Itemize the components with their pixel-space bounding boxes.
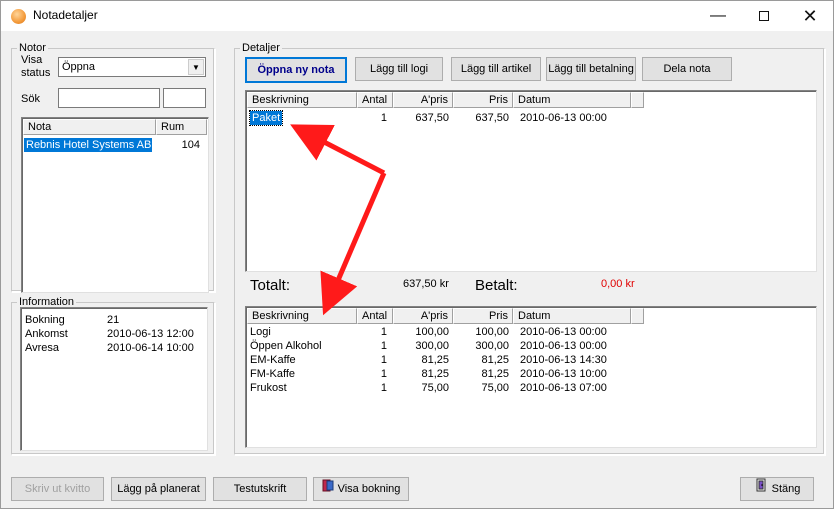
item-row-antal[interactable]: 1 [357, 353, 387, 367]
close-icon: ✕ [802, 6, 818, 26]
maximize-icon [759, 10, 769, 21]
title-bar[interactable]: Notadetaljer — ✕ [1, 1, 833, 31]
top-row-antal[interactable]: 1 [357, 111, 387, 125]
visa-bokning-label: Visa bokning [337, 483, 401, 495]
info-avresa-value: 2010-06-14 10:00 [107, 342, 194, 354]
lagg-pa-planerat-button[interactable]: Lägg på planerat [111, 477, 206, 501]
book-icon [322, 478, 334, 500]
beskrivning-header-2[interactable]: Beskrivning [247, 308, 357, 324]
app-icon [11, 9, 26, 24]
beskrivning-header[interactable]: Beskrivning [247, 92, 357, 108]
nota-list[interactable]: Nota Rum Rebnis Hotel Systems AB 104 [21, 117, 209, 293]
item-row-datum[interactable]: 2010-06-13 00:00 [520, 339, 630, 353]
datum-header[interactable]: Datum [513, 92, 631, 108]
nota-column-header[interactable]: Nota [23, 119, 156, 135]
apris-header[interactable]: A'pris [393, 92, 453, 108]
notadetaljer-window: Notadetaljer — ✕ Notor Visa status Öppna… [0, 0, 834, 509]
item-row-antal[interactable]: 1 [357, 325, 387, 339]
nota-row-rum[interactable]: 104 [162, 138, 200, 152]
info-avresa-label: Avresa [25, 342, 60, 354]
visa-bokning-button[interactable]: Visa bokning [313, 477, 409, 501]
item-row-pris[interactable]: 100,00 [453, 325, 509, 339]
sok-input[interactable] [58, 88, 160, 108]
antal-header[interactable]: Antal [357, 92, 393, 108]
item-row-apris[interactable]: 300,00 [393, 339, 449, 353]
info-ankomst-value: 2010-06-13 12:00 [107, 328, 194, 340]
item-row-antal[interactable]: 1 [357, 381, 387, 395]
item-row-apris[interactable]: 100,00 [393, 325, 449, 339]
visa-label: Visa [21, 54, 43, 66]
item-row-datum[interactable]: 2010-06-13 14:30 [520, 353, 630, 367]
item-row-apris[interactable]: 81,25 [393, 353, 449, 367]
dela-nota-button[interactable]: Dela nota [642, 57, 732, 81]
pris-header-2[interactable]: Pris [453, 308, 513, 324]
top-row-apris[interactable]: 637,50 [393, 111, 449, 125]
item-row-pris[interactable]: 81,25 [453, 367, 509, 381]
item-row-pris[interactable]: 300,00 [453, 339, 509, 353]
minimize-icon: — [710, 7, 726, 24]
item-row-beskrivning[interactable]: Frukost [250, 381, 355, 395]
lagg-till-betalning-button[interactable]: Lägg till betalning [546, 57, 636, 81]
item-row-antal[interactable]: 1 [357, 339, 387, 353]
item-row-beskrivning[interactable]: EM-Kaffe [250, 353, 355, 367]
item-row-datum[interactable]: 2010-06-13 00:00 [520, 325, 630, 339]
skriv-ut-kvitto-button[interactable]: Skriv ut kvitto [11, 477, 104, 501]
item-row-beskrivning[interactable]: FM-Kaffe [250, 367, 355, 381]
top-row-pris[interactable]: 637,50 [453, 111, 509, 125]
stang-label: Stäng [771, 483, 801, 495]
info-bokning-value: 21 [107, 314, 120, 326]
item-row-apris[interactable]: 81,25 [393, 367, 449, 381]
visa-status-value: Öppna [62, 61, 96, 73]
detaljer-legend: Detaljer [242, 42, 280, 54]
top-row-beskrivning[interactable]: Paket [248, 110, 284, 126]
rum-column-header[interactable]: Rum [156, 119, 207, 135]
item-row-pris[interactable]: 81,25 [453, 353, 509, 367]
betalt-value: 0,00 kr [601, 278, 635, 290]
top-row-datum[interactable]: 2010-06-13 00:00 [520, 111, 607, 125]
nota-rows-list[interactable]: Beskrivning Antal A'pris Pris Datum Pake… [245, 90, 817, 272]
visa-status-select[interactable]: Öppna ▼ [58, 57, 206, 77]
item-row-pris[interactable]: 75,00 [453, 381, 509, 395]
datum-header-2[interactable]: Datum [513, 308, 631, 324]
window-title: Notadetaljer [33, 8, 98, 22]
apris-header-2[interactable]: A'pris [393, 308, 453, 324]
totalt-label: Totalt: [250, 277, 291, 294]
stang-button[interactable]: Stäng [740, 477, 814, 501]
item-row-datum[interactable]: 2010-06-13 07:00 [520, 381, 630, 395]
spacer-header-2[interactable] [631, 308, 644, 324]
item-row-antal[interactable]: 1 [357, 367, 387, 381]
chevron-down-icon[interactable]: ▼ [188, 59, 204, 75]
info-bokning-label: Bokning [25, 314, 65, 326]
sok-input-secondary[interactable] [163, 88, 206, 108]
notor-legend: Notor [19, 42, 46, 54]
testutskrift-button[interactable]: Testutskrift [213, 477, 307, 501]
lagg-till-logi-button[interactable]: Lägg till logi [355, 57, 443, 81]
nota-row-name[interactable]: Rebnis Hotel Systems AB [24, 138, 152, 152]
maximize-button[interactable] [741, 1, 787, 31]
information-panel: Bokning 21 Ankomst 2010-06-13 12:00 Avre… [20, 307, 208, 451]
item-row-beskrivning[interactable]: Logi [250, 325, 355, 339]
nota-items-list[interactable]: Beskrivning Antal A'pris Pris Datum Logi… [245, 306, 817, 448]
lagg-till-artikel-button[interactable]: Lägg till artikel [451, 57, 541, 81]
totalt-value: 637,50 kr [403, 278, 449, 290]
close-button[interactable]: ✕ [787, 1, 833, 31]
betalt-label: Betalt: [475, 277, 518, 294]
status-label: status [21, 67, 51, 79]
item-row-datum[interactable]: 2010-06-13 10:00 [520, 367, 630, 381]
item-row-apris[interactable]: 75,00 [393, 381, 449, 395]
oppna-ny-nota-button[interactable]: Öppna ny nota [245, 57, 347, 83]
spacer-header[interactable] [631, 92, 644, 108]
sok-label: Sök [21, 93, 40, 105]
door-exit-icon [754, 478, 768, 500]
minimize-button[interactable]: — [695, 1, 741, 31]
pris-header[interactable]: Pris [453, 92, 513, 108]
antal-header-2[interactable]: Antal [357, 308, 393, 324]
info-ankomst-label: Ankomst [25, 328, 68, 340]
item-row-beskrivning[interactable]: Öppen Alkohol [250, 339, 355, 353]
